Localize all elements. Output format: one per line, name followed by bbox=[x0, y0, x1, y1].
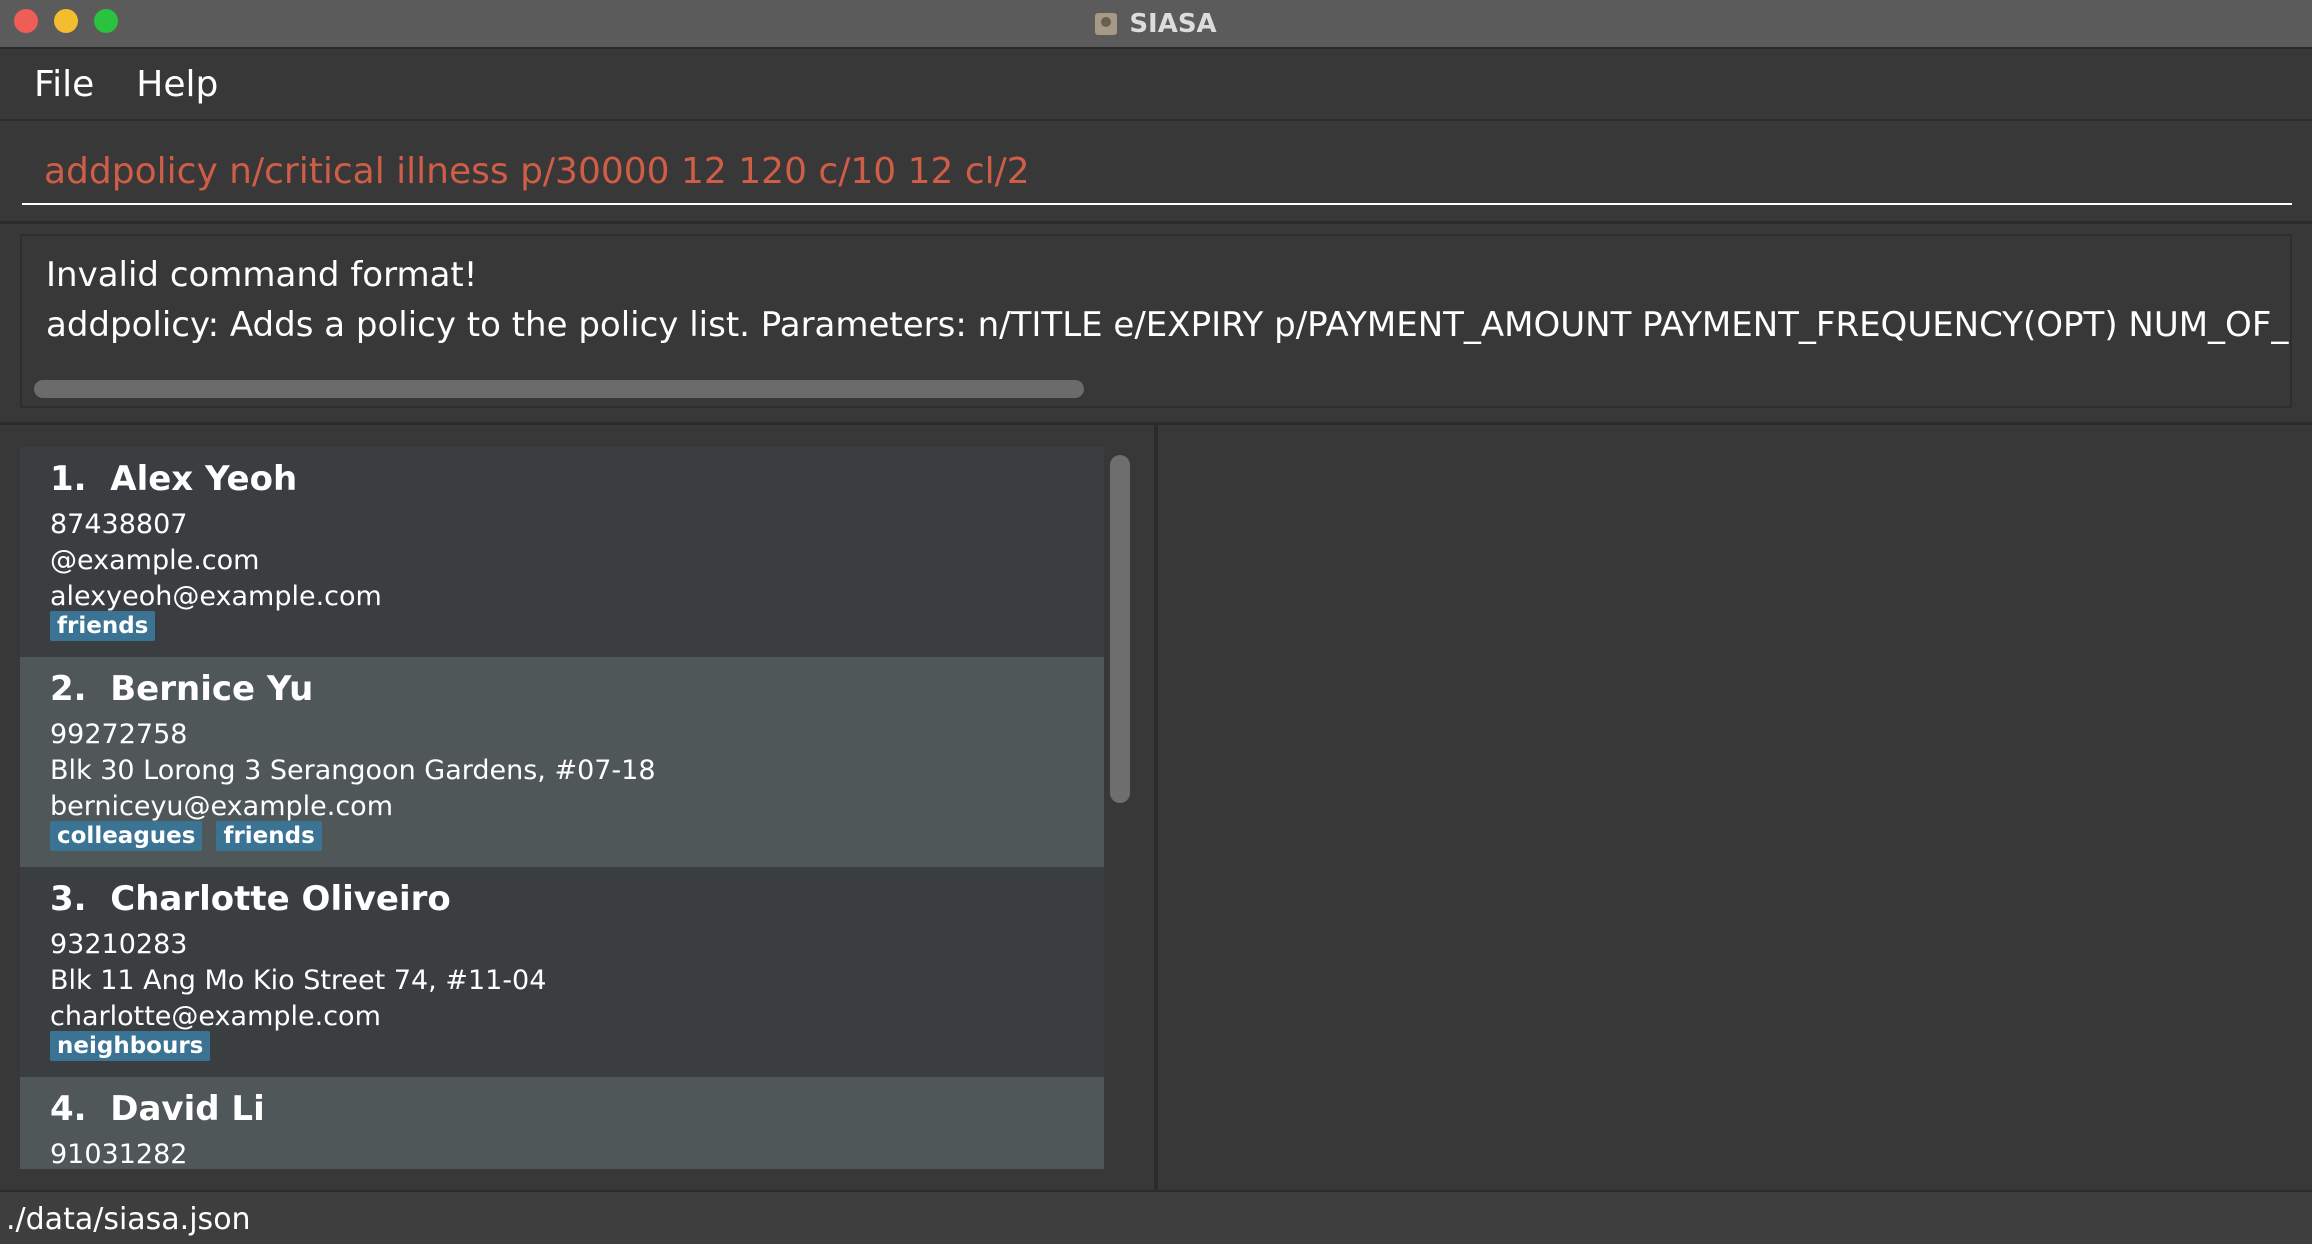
tag-badge: friends bbox=[50, 611, 156, 641]
command-input[interactable] bbox=[22, 139, 2292, 205]
menu-file[interactable]: File bbox=[34, 64, 94, 105]
person-list-panel: 1. Alex Yeoh 87438807 @example.com alexy… bbox=[0, 422, 1156, 1193]
person-list-scrollbar[interactable] bbox=[1110, 455, 1130, 803]
menu-help[interactable]: Help bbox=[136, 64, 218, 105]
person-name: 1. Alex Yeoh bbox=[50, 459, 298, 499]
menu-bar: File Help bbox=[0, 49, 2312, 121]
person-card[interactable]: 2. Bernice Yu 99272758 Blk 30 Lorong 3 S… bbox=[20, 657, 1104, 867]
detail-panel bbox=[1158, 422, 2312, 1193]
result-display: Invalid command format! addpolicy: Adds … bbox=[20, 234, 2292, 408]
person-address: Blk 11 Ang Mo Kio Street 74, #11-04 bbox=[50, 965, 547, 996]
tag-badge: neighbours bbox=[50, 1031, 211, 1061]
person-email: berniceyu@example.com bbox=[50, 791, 393, 822]
title-bar: SIASA bbox=[0, 0, 2312, 49]
command-box bbox=[0, 121, 2312, 224]
person-card[interactable]: 3. Charlotte Oliveiro 93210283 Blk 11 An… bbox=[20, 867, 1104, 1077]
person-name: 4. David Li bbox=[50, 1089, 265, 1129]
result-horizontal-scrollbar[interactable] bbox=[34, 380, 1084, 398]
person-phone: 99272758 bbox=[50, 719, 188, 750]
person-phone: 91031282 bbox=[50, 1139, 188, 1169]
result-error-line: Invalid command format! bbox=[46, 255, 478, 295]
person-card[interactable]: 1. Alex Yeoh 87438807 @example.com alexy… bbox=[20, 447, 1104, 657]
result-text: Invalid command format! addpolicy: Adds … bbox=[46, 250, 2292, 350]
result-usage-line: addpolicy: Adds a policy to the policy l… bbox=[46, 305, 2292, 345]
app-icon bbox=[1095, 12, 1118, 35]
person-phone: 93210283 bbox=[50, 929, 188, 960]
tag-badge: colleagues bbox=[50, 821, 203, 851]
window-title: SIASA bbox=[1129, 8, 1217, 39]
person-tags: friends bbox=[50, 611, 169, 641]
person-address: @example.com bbox=[50, 545, 260, 576]
person-list: 1. Alex Yeoh 87438807 @example.com alexy… bbox=[20, 447, 1104, 1169]
person-email: alexyeoh@example.com bbox=[50, 581, 382, 612]
person-tags: colleagues friends bbox=[50, 821, 336, 851]
person-name: 3. Charlotte Oliveiro bbox=[50, 879, 451, 919]
person-address: Blk 30 Lorong 3 Serangoon Gardens, #07-1… bbox=[50, 755, 656, 786]
status-bar: ./data/siasa.json bbox=[0, 1190, 2312, 1244]
save-location-path: ./data/siasa.json bbox=[6, 1202, 251, 1237]
person-name: 2. Bernice Yu bbox=[50, 669, 314, 709]
person-tags: neighbours bbox=[50, 1031, 224, 1061]
person-email: charlotte@example.com bbox=[50, 1001, 381, 1032]
person-phone: 87438807 bbox=[50, 509, 188, 540]
window-title-container: SIASA bbox=[0, 0, 2312, 47]
tag-badge: friends bbox=[216, 821, 322, 851]
person-card[interactable]: 4. David Li 91031282 bbox=[20, 1077, 1104, 1169]
